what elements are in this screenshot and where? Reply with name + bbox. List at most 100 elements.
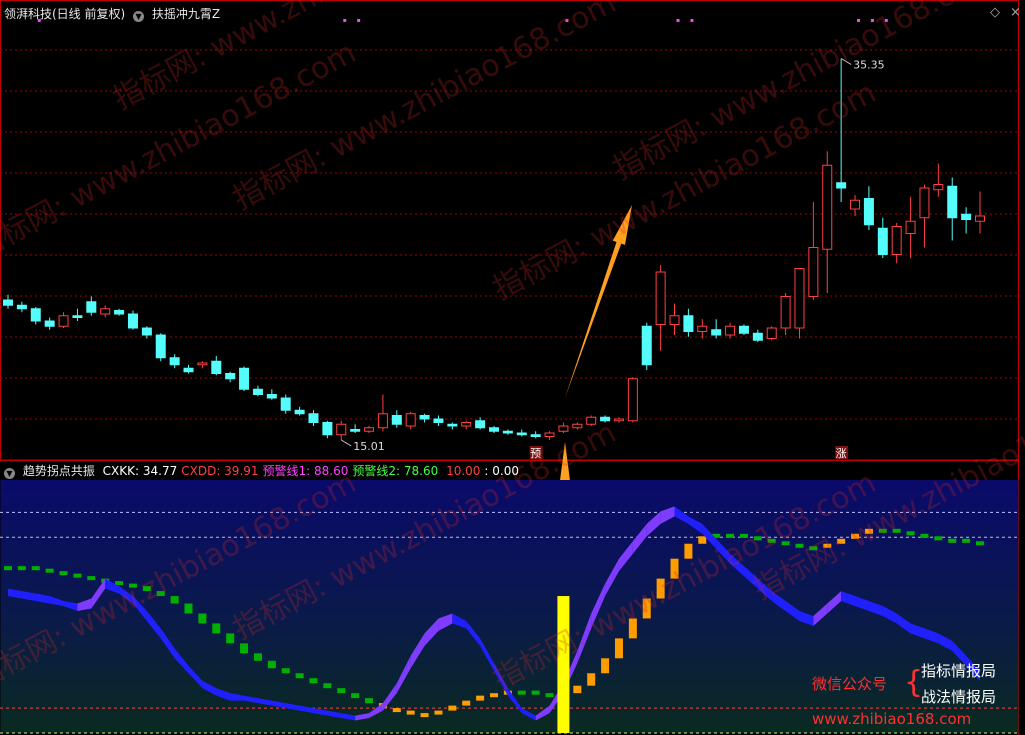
candle — [239, 366, 250, 391]
candle-body — [961, 213, 972, 220]
candle-body — [669, 315, 680, 325]
candle — [697, 319, 708, 339]
candle-body — [850, 199, 861, 210]
stair-segment — [198, 613, 207, 624]
stair-segment — [934, 536, 943, 541]
candle — [766, 326, 777, 341]
candle-body — [3, 299, 13, 306]
sub-value-5: : 0.00 — [484, 464, 519, 478]
signal-tag: 涨 — [835, 446, 849, 460]
candle — [211, 356, 222, 376]
diamond-icon[interactable]: ◇ — [990, 5, 1000, 20]
stair-segment — [267, 660, 276, 669]
candle — [16, 301, 27, 313]
sub-value-0: CXKK: 34.77 — [102, 464, 178, 478]
candle — [544, 431, 555, 440]
candle-body — [530, 434, 541, 437]
candle — [850, 195, 861, 216]
candle-body — [294, 409, 305, 415]
candle-body — [308, 413, 319, 423]
candle-body — [141, 327, 152, 336]
brand-line1: 指标情报局 — [921, 662, 997, 680]
candle-body — [155, 334, 166, 359]
candle — [433, 415, 444, 426]
stair-segment — [545, 693, 554, 698]
sub-indicator-name[interactable]: 趋势拐点共振 — [23, 464, 95, 478]
candle-body — [808, 247, 819, 297]
candle — [905, 196, 916, 258]
collapse-icon[interactable]: ▼ — [4, 468, 15, 479]
collapse-icon[interactable]: ▼ — [133, 11, 145, 22]
low-pointer — [340, 439, 352, 447]
stair-segment — [253, 653, 262, 661]
main-header: 领湃科技(日线 前复权) ▼ 扶摇冲九霄Z — [4, 5, 224, 22]
candle-body — [502, 430, 513, 434]
low-label: 15.01 — [353, 440, 385, 453]
candle — [58, 312, 69, 328]
stair-segment — [295, 673, 304, 679]
stair-segment — [684, 543, 693, 559]
candle-body — [280, 397, 291, 411]
candle — [100, 305, 111, 318]
candle-body — [919, 187, 930, 219]
brand-url: www.zhibiao168.com — [812, 710, 972, 728]
candle-body — [877, 227, 888, 255]
close-icon[interactable]: × — [1010, 5, 1021, 20]
candle — [558, 422, 569, 433]
stair-segment — [448, 705, 457, 711]
stair-segment — [601, 658, 610, 674]
candle — [350, 424, 361, 433]
candle-body — [239, 367, 250, 390]
candle-body — [905, 220, 916, 234]
candle-body — [419, 415, 430, 420]
watermark-text: 指标网: www.zhibiao168.com — [227, 0, 621, 217]
candle — [933, 163, 944, 197]
stair-segment — [45, 568, 54, 573]
signal-marker — [357, 19, 361, 22]
candle — [947, 177, 958, 241]
candle-body — [16, 304, 27, 310]
candle — [919, 184, 930, 248]
candle — [863, 186, 874, 230]
candle — [669, 303, 680, 335]
candle-body — [836, 182, 847, 189]
candle — [86, 296, 97, 316]
candle-body — [211, 360, 222, 374]
sub-value-1: CXDD: 39.91 — [181, 464, 259, 478]
candle-body — [475, 420, 486, 429]
candle — [447, 422, 458, 430]
candle — [877, 217, 888, 258]
candle — [752, 329, 763, 342]
candle — [502, 429, 513, 435]
candle-body — [516, 432, 527, 436]
candle-body — [655, 271, 666, 325]
stair-segment — [309, 678, 318, 684]
candle-body — [725, 325, 736, 336]
stair-segment — [490, 693, 498, 698]
stair-segment — [365, 698, 374, 704]
candle — [155, 333, 166, 362]
candle — [280, 394, 291, 414]
stair-segment — [323, 683, 332, 689]
candle — [169, 354, 180, 369]
candle — [44, 317, 55, 330]
candle — [114, 308, 125, 316]
candle-body — [225, 373, 236, 380]
candle-body — [641, 325, 652, 366]
candle — [655, 265, 666, 351]
candle — [225, 371, 236, 383]
stair-segment — [392, 708, 401, 713]
candle-body — [58, 315, 69, 327]
indicator-name[interactable]: 扶摇冲九霄Z — [152, 7, 220, 21]
wechat-label: 微信公众号 — [812, 675, 888, 693]
candle — [738, 324, 749, 335]
candle-body — [72, 315, 83, 318]
stair-segment — [31, 566, 40, 571]
candle-body — [780, 296, 791, 329]
candle-body — [461, 422, 472, 427]
candle — [891, 223, 902, 264]
stair-segment — [462, 700, 471, 706]
candle-body — [794, 268, 805, 329]
stair-segment — [434, 710, 443, 715]
sub-indicator-values: CXKK: 34.77 CXDD: 39.91 预警线1: 88.60 预警线2: 7… — [103, 464, 523, 478]
